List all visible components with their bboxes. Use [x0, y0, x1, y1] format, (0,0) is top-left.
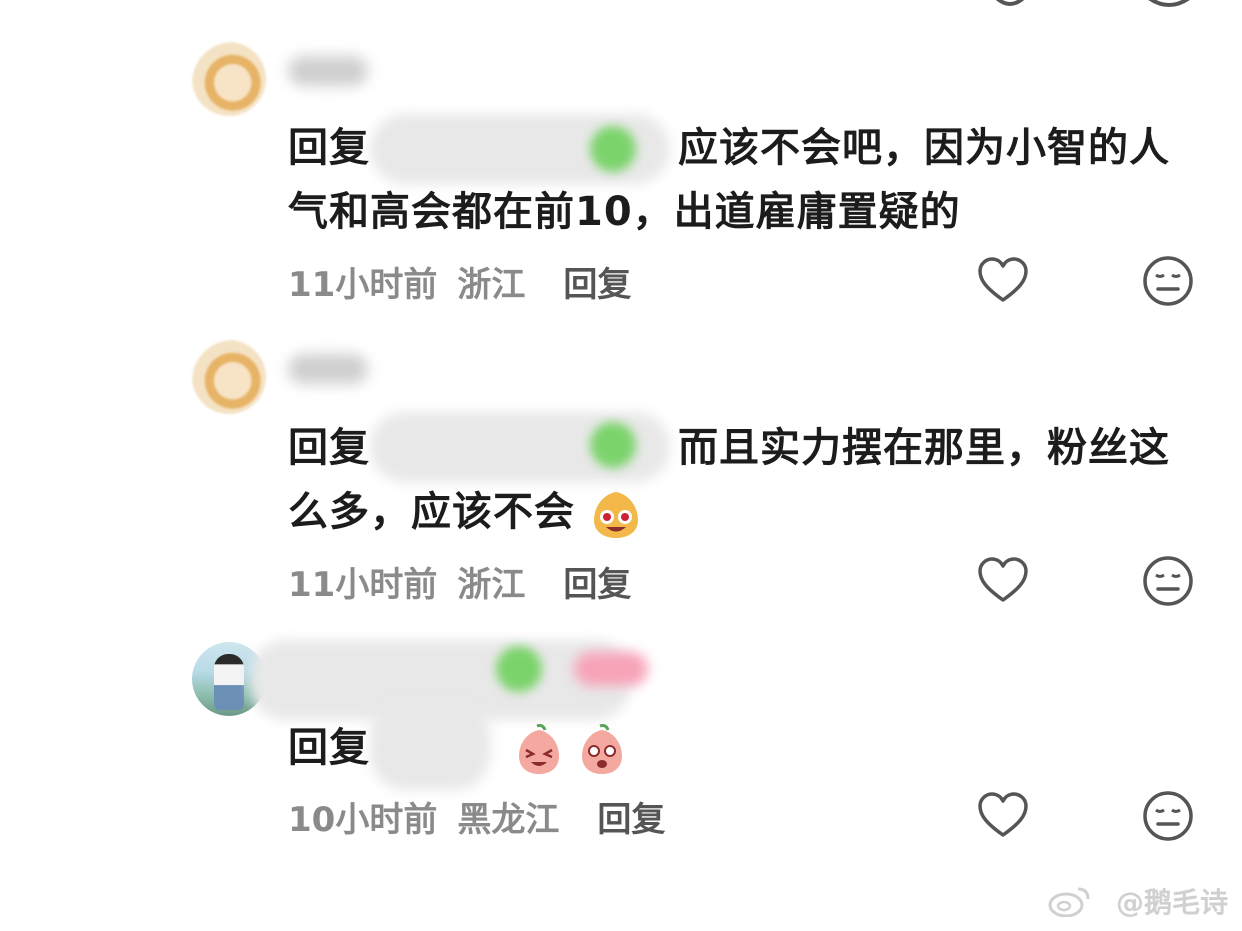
comment-meta: 11小时前 浙江 回复 [288, 257, 651, 306]
reply-prefix: 回复 [288, 125, 370, 171]
peach-emoji-icon [593, 492, 638, 538]
heart-icon[interactable] [976, 789, 1030, 843]
reply-button[interactable]: 回复 [563, 565, 631, 605]
comment-location: 浙江 [457, 265, 526, 305]
reply-prefix: 回复 [288, 725, 370, 771]
heart-icon[interactable] [976, 254, 1030, 308]
comment-location: 黑龙江 [457, 800, 560, 840]
neutral-face-icon[interactable] [1141, 254, 1195, 308]
comment-time: 11小时前 [288, 565, 438, 605]
neutral-face-icon[interactable] [1141, 554, 1195, 608]
weibo-logo-icon [1048, 887, 1090, 917]
comment-text: 回复 [288, 716, 1188, 780]
comment-text: 回复 应该不会吧，因为小智的人 气和高会都在前10，出道雇庸置疑的 [288, 116, 1188, 244]
avatar[interactable] [192, 340, 266, 414]
heart-icon-partial[interactable] [985, 0, 1035, 22]
comment-time: 11小时前 [288, 265, 438, 305]
face-icon-partial[interactable] [1144, 0, 1194, 22]
comment-location: 浙江 [457, 565, 526, 605]
comment-meta: 10小时前 黑龙江 回复 [288, 792, 685, 841]
reply-button[interactable]: 回复 [563, 265, 631, 305]
avatar[interactable] [192, 42, 266, 116]
neutral-face-icon[interactable] [1141, 789, 1195, 843]
tag-blurred [574, 652, 648, 686]
comment-text: 回复 而且实力摆在那里，粉丝这 么多，应该不会 [288, 416, 1188, 544]
username-blurred[interactable] [288, 354, 368, 384]
comment-time: 10小时前 [288, 800, 438, 840]
badge-blurred [496, 646, 542, 692]
peach-emoji-icon [581, 724, 622, 774]
username-blurred[interactable] [288, 56, 368, 86]
reply-button[interactable]: 回复 [597, 800, 665, 840]
reply-prefix: 回复 [288, 425, 370, 471]
comment-meta: 11小时前 浙江 回复 [288, 557, 651, 606]
heart-icon[interactable] [976, 554, 1030, 608]
watermark: @鹅毛诗 [1115, 886, 1228, 919]
peach-emoji-icon [518, 724, 559, 774]
